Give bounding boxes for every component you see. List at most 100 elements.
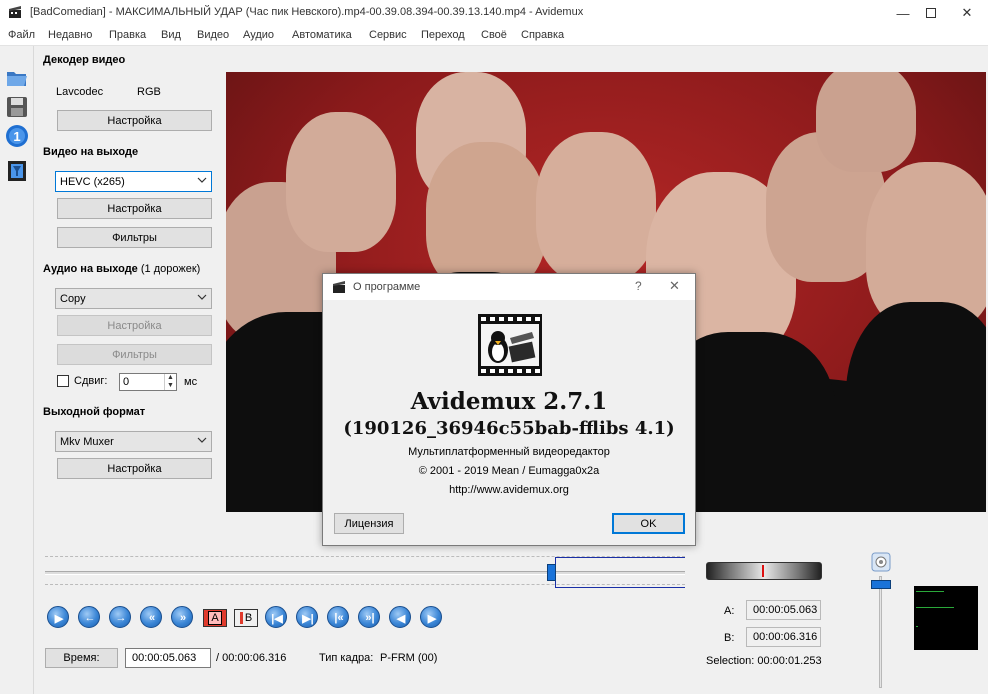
black-frame-back-icon: ◀ — [396, 612, 406, 625]
audio-track-count: (1 дорожек) — [140, 263, 201, 275]
menu-file[interactable]: Файл — [8, 29, 35, 41]
timeline-thumb[interactable] — [547, 564, 556, 581]
help-icon[interactable]: ? — [635, 279, 642, 293]
about-build-string: (190126_36946c55bab-fflibs 4.1) — [343, 418, 675, 439]
menu-bar: Файл Недавно Правка Вид Видео Аудио Авто… — [0, 26, 988, 46]
video-decoder-title: Декодер видео — [43, 54, 126, 66]
container-select[interactable]: Mkv Muxer — [55, 431, 212, 452]
license-button[interactable]: Лицензия — [334, 513, 404, 534]
audio-codec-select[interactable]: Copy — [55, 288, 212, 309]
menu-tools[interactable]: Сервис — [369, 29, 407, 41]
chevron-down-icon — [197, 294, 207, 300]
chevron-down-icon — [197, 437, 207, 443]
marker-b-flag-icon — [239, 612, 243, 624]
audio-config-button[interactable]: Настройка — [57, 315, 212, 336]
jog-indicator — [762, 565, 764, 577]
menu-video[interactable]: Видео — [197, 29, 229, 41]
marker-b-time: 00:00:06.316 — [746, 627, 821, 647]
maximize-icon — [926, 8, 936, 18]
about-dialog-title: О программе — [353, 281, 421, 293]
video-filters-button[interactable]: Фильтры — [57, 227, 212, 248]
save-disk-icon[interactable] — [5, 95, 29, 119]
audio-filters-button[interactable]: Фильтры — [57, 344, 212, 365]
arrow-left-icon: ← — [84, 612, 96, 624]
menu-custom[interactable]: Своё — [481, 29, 507, 41]
open-folder-icon[interactable] — [5, 66, 29, 90]
volume-thumb[interactable] — [871, 580, 891, 589]
audio-output-title-text: Аудио на выходе — [43, 263, 138, 275]
person-face — [286, 112, 396, 252]
avidemux-logo-icon — [478, 314, 542, 376]
audio-output-title: Аудио на выходе (1 дорожек) — [43, 263, 200, 275]
timeline-selection — [555, 557, 685, 588]
menu-view[interactable]: Вид — [161, 29, 181, 41]
menu-edit[interactable]: Правка — [109, 29, 146, 41]
container-value: Mkv Muxer — [60, 435, 114, 448]
skip-forward-icon: ▶| — [302, 612, 314, 625]
previous-black-frame-button[interactable]: ◀ — [389, 606, 411, 628]
ok-button[interactable]: OK — [612, 513, 685, 534]
frame-type-label: Тип кадра: — [319, 652, 374, 664]
previous-keyframe-button[interactable]: « — [140, 606, 162, 628]
audio-codec-value: Copy — [60, 292, 86, 305]
marker-a-caption: A: — [724, 605, 735, 617]
next-keyframe-button[interactable]: » — [171, 606, 193, 628]
current-time-field[interactable]: 00:00:05.063 — [125, 648, 211, 668]
goto-marker-a-button[interactable]: |◀ — [265, 606, 287, 628]
marker-b-label: B — [244, 612, 253, 624]
menu-help[interactable]: Справка — [521, 29, 564, 41]
shift-spinner[interactable]: ▲ ▼ — [164, 374, 176, 390]
shift-value: 0 — [123, 376, 130, 388]
previous-frame-button[interactable]: ← — [78, 606, 100, 628]
next-black-frame-button[interactable]: ▶ — [420, 606, 442, 628]
marker-b-caption: B: — [724, 632, 735, 644]
shift-input[interactable]: 0 ▲ ▼ — [119, 373, 177, 391]
avidemux-app-icon — [333, 281, 345, 293]
person-shirt — [846, 302, 986, 512]
set-marker-b-button[interactable]: B — [234, 609, 258, 627]
decoder-codec: Lavcodec — [56, 86, 104, 98]
goto-marker-b-button[interactable]: ▶| — [296, 606, 318, 628]
selection-duration: Selection: 00:00:01.253 — [706, 655, 822, 667]
menu-automation[interactable]: Автоматика — [292, 29, 352, 41]
first-frame-icon: |« — [334, 612, 344, 624]
video-codec-select[interactable]: HEVC (x265) — [55, 171, 212, 192]
close-icon[interactable]: ✕ — [669, 278, 680, 294]
window-title: [BadComedian] - МАКСИМАЛЬНЫЙ УДАР (Час п… — [30, 6, 584, 18]
menu-recent[interactable]: Недавно — [48, 29, 92, 41]
fast-forward-icon: » — [179, 612, 187, 624]
info-icon[interactable]: 1 — [5, 124, 29, 148]
goto-end-button[interactable]: »| — [358, 606, 380, 628]
close-button[interactable]: ✕ — [950, 0, 984, 26]
marker-a-label: A — [208, 611, 222, 625]
goto-start-button[interactable]: |« — [327, 606, 349, 628]
timeline-ruler[interactable] — [45, 556, 685, 590]
arrow-right-icon: → — [115, 612, 127, 624]
set-marker-a-button[interactable]: A — [203, 609, 227, 627]
menu-audio[interactable]: Аудио — [243, 29, 274, 41]
about-url-link[interactable]: http://www.avidemux.org — [323, 484, 695, 496]
maximize-button[interactable] — [914, 0, 948, 26]
video-config-button[interactable]: Настройка — [57, 198, 212, 219]
filter-film-icon[interactable] — [5, 159, 29, 183]
frame-type-value: P-FRM (00) — [380, 652, 438, 664]
volume-slider[interactable] — [870, 552, 892, 690]
menu-go[interactable]: Переход — [421, 29, 465, 41]
container-config-button[interactable]: Настройка — [57, 458, 212, 479]
side-toolbar: 1 — [0, 46, 34, 694]
play-button[interactable]: ▶ — [47, 606, 69, 628]
next-frame-button[interactable]: → — [109, 606, 131, 628]
output-format-title: Выходной формат — [43, 406, 146, 418]
jog-shuttle[interactable] — [706, 562, 822, 580]
shift-checkbox[interactable] — [57, 375, 69, 387]
decoder-config-button[interactable]: Настройка — [57, 110, 212, 131]
chevron-down-icon — [197, 177, 207, 183]
avidemux-app-icon — [9, 6, 21, 18]
close-icon: ✕ — [961, 5, 973, 20]
svg-text:1: 1 — [13, 129, 20, 144]
person-face — [426, 142, 546, 292]
about-dialog-titlebar: О программе ? ✕ — [323, 274, 695, 300]
speaker-icon — [871, 552, 891, 572]
about-copyright: © 2001 - 2019 Mean / Eumagga0x2a — [418, 465, 600, 477]
time-button[interactable]: Время: — [45, 648, 118, 668]
